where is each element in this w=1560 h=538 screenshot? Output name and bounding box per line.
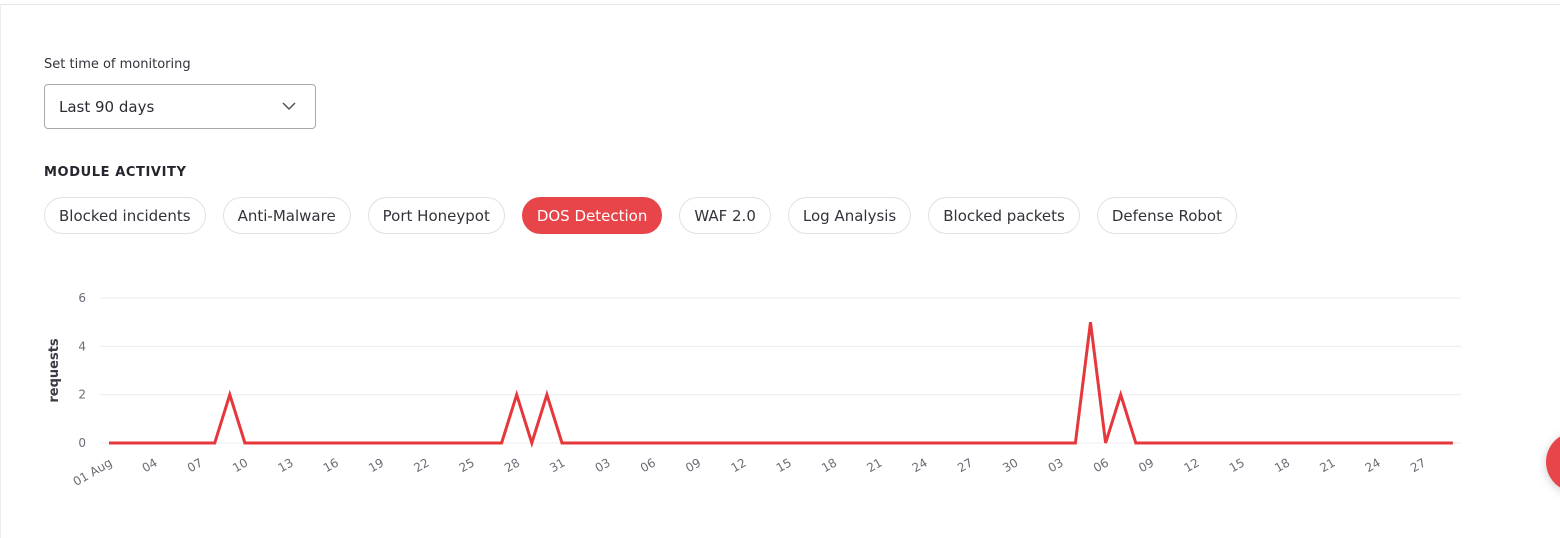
- tab-waf[interactable]: WAF 2.0: [679, 197, 771, 234]
- x-tick-label: 03: [593, 455, 613, 475]
- y-tick-label: 0: [78, 436, 86, 450]
- x-tick-label: 18: [819, 455, 839, 475]
- x-tick-label: 27: [955, 455, 975, 475]
- x-tick-label: 01 Aug: [71, 455, 115, 488]
- x-tick-label: 24: [1363, 455, 1383, 475]
- x-tick-label: 19: [366, 455, 386, 475]
- x-tick-label: 18: [1272, 455, 1292, 475]
- module-tabs: Blocked incidents Anti-Malware Port Hone…: [44, 197, 1237, 234]
- tab-blocked-packets[interactable]: Blocked packets: [928, 197, 1080, 234]
- tab-port-honeypot[interactable]: Port Honeypot: [367, 197, 505, 234]
- x-tick-label: 04: [140, 455, 160, 475]
- tab-anti-malware[interactable]: Anti-Malware: [222, 197, 351, 234]
- x-tick-label: 10: [230, 455, 250, 475]
- x-tick-label: 30: [1000, 455, 1020, 475]
- x-tick-label: 25: [457, 455, 477, 475]
- tab-dos-detection[interactable]: DOS Detection: [521, 197, 663, 234]
- x-tick-label: 13: [275, 455, 295, 475]
- x-tick-label: 03: [1046, 455, 1066, 475]
- chevron-down-icon: [282, 102, 296, 111]
- x-tick-label: 07: [185, 455, 205, 475]
- monitoring-period-value: Last 90 days: [59, 97, 155, 116]
- tab-defense-robot[interactable]: Defense Robot: [1096, 197, 1237, 234]
- x-tick-label: 22: [411, 455, 431, 475]
- series-line: [109, 322, 1453, 449]
- x-tick-label: 27: [1408, 455, 1428, 475]
- tab-log-analysis[interactable]: Log Analysis: [787, 197, 912, 234]
- x-tick-label: 28: [502, 455, 522, 475]
- x-tick-label: 21: [1317, 455, 1337, 475]
- y-tick-label: 4: [78, 339, 86, 353]
- dos-requests-chart: 0246requests01 Aug 04 07 10 13 16 19 22 25 28 31 03…: [47, 291, 1461, 489]
- floating-action-button[interactable]: [1546, 432, 1560, 492]
- y-tick-label: 6: [78, 291, 86, 305]
- module-activity-title: MODULE ACTIVITY: [44, 165, 187, 180]
- x-tick-label: 15: [774, 455, 794, 475]
- x-tick-label: 21: [864, 455, 884, 475]
- x-tick-label: 09: [1136, 455, 1156, 475]
- x-tick-label: 06: [1091, 455, 1111, 475]
- x-tick-label: 12: [1181, 455, 1201, 475]
- x-tick-label: 31: [547, 455, 567, 475]
- x-tick-label: 15: [1227, 455, 1247, 475]
- x-tick-label: 06: [638, 455, 658, 475]
- x-tick-label: 12: [728, 455, 748, 475]
- y-axis-label: requests: [47, 338, 62, 403]
- top-divider: [0, 4, 1560, 5]
- x-tick-label: 24: [910, 455, 930, 475]
- y-tick-label: 2: [78, 388, 86, 402]
- tab-blocked-incidents[interactable]: Blocked incidents: [44, 197, 206, 234]
- monitoring-label: Set time of monitoring: [44, 57, 191, 72]
- monitoring-period-select[interactable]: Last 90 days: [44, 84, 316, 129]
- x-tick-label: 09: [683, 455, 703, 475]
- x-tick-label: 16: [321, 455, 341, 475]
